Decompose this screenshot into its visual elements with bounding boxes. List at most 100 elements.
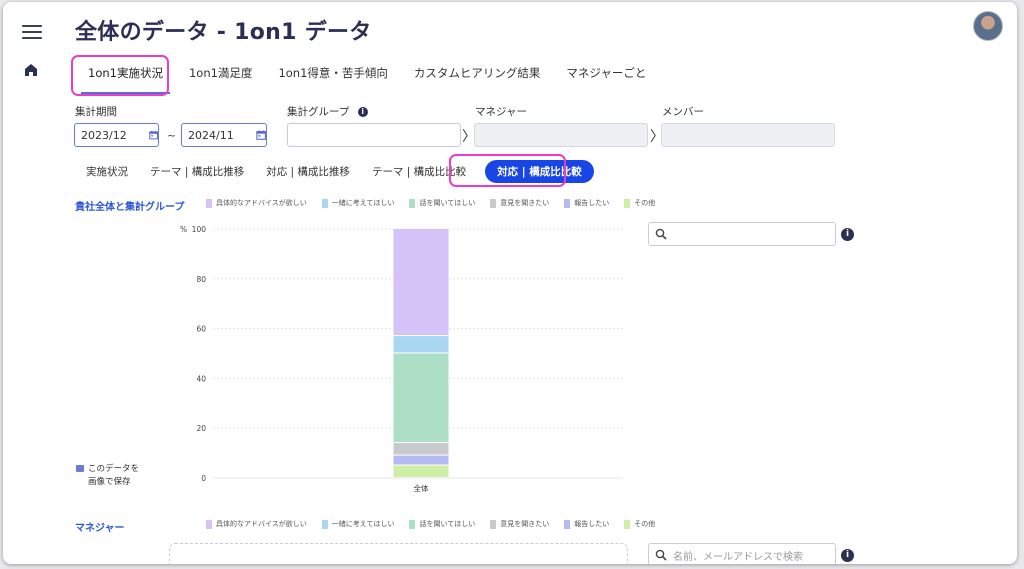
legend-item: 具体的なアドバイスが欲しい	[206, 519, 307, 529]
image-icon	[76, 465, 84, 472]
legend-item: 報告したい	[564, 198, 609, 208]
legend-swatch	[490, 198, 497, 208]
info-icon[interactable]: i	[841, 549, 854, 562]
y-tick-label: 40	[196, 374, 206, 383]
legend-swatch	[564, 198, 571, 208]
legend-item: 意見を聞きたい	[490, 198, 549, 208]
legend-swatch	[321, 198, 328, 208]
manager-search-input[interactable]: 名前、メールアドレスで検索	[648, 543, 836, 564]
tab-1on1-satisfaction[interactable]: 1on1満足度	[176, 59, 265, 91]
y-tick-label: 60	[196, 325, 206, 334]
bar-segment	[393, 443, 449, 455]
info-icon[interactable]: i	[357, 107, 368, 117]
subtab-status[interactable]: 実施状況	[75, 160, 139, 183]
legend-item: 具体的なアドバイスが欲しい	[206, 198, 307, 208]
legend-swatch	[564, 519, 571, 529]
search-icon	[655, 228, 667, 240]
manager-label: マネジャー	[475, 106, 527, 118]
legend-label: 報告したい	[574, 199, 610, 207]
bar-segment	[393, 336, 449, 353]
section-title-company: 貴社全体と集計グループ	[75, 202, 185, 213]
legend-label: 具体的なアドバイスが欲しい	[216, 520, 307, 528]
y-tick-label: 80	[196, 275, 206, 284]
legend-label: 話を聞いてほしい	[419, 199, 476, 207]
tab-custom-hearing[interactable]: カスタムヒアリング結果	[401, 59, 554, 91]
legend-label: 話を聞いてほしい	[419, 520, 476, 528]
date-from-value: 2023/12	[81, 128, 127, 142]
stacked-bar-chart: % 0 20 40 60 80 100 全体	[180, 225, 623, 493]
bar-segment	[393, 353, 449, 443]
app-window: 全体のデータ - 1on1 データ 1on1実施状況 1on1満足度 1on1得…	[3, 2, 1017, 564]
legend-label: その他	[634, 199, 656, 207]
home-icon[interactable]	[23, 62, 39, 78]
legend-item: 意見を聞きたい	[490, 519, 549, 529]
legend-label: その他	[634, 520, 656, 528]
legend-swatch	[624, 519, 631, 529]
page-title: 全体のデータ - 1on1 データ	[75, 20, 372, 45]
legend-swatch	[321, 519, 328, 529]
search-placeholder: 名前、メールアドレスで検索	[673, 551, 803, 563]
member-select[interactable]	[661, 123, 835, 147]
legend-swatch	[490, 519, 497, 529]
section-title-manager: マネジャー	[75, 523, 125, 534]
x-tick-label: 全体	[414, 483, 429, 493]
date-to-field[interactable]: 2024/11	[181, 123, 267, 147]
legend: 具体的なアドバイスが欲しい 一緒に考えてほしい 話を聞いてほしい 意見を聞きたい…	[206, 519, 655, 529]
tab-1on1-strengths[interactable]: 1on1得意・苦手傾向	[265, 59, 400, 91]
tab-per-manager[interactable]: マネジャーごと	[553, 59, 659, 91]
y-tick-label: 0	[201, 474, 206, 483]
legend-item: 一緒に考えてほしい	[321, 519, 395, 529]
subtab-theme-trend[interactable]: テーマ | 構成比推移	[139, 160, 255, 183]
legend-item: 報告したい	[564, 519, 609, 529]
legend: 具体的なアドバイスが欲しい 一緒に考えてほしい 話を聞いてほしい 意見を聞きたい…	[206, 198, 655, 208]
calendar-icon	[256, 130, 266, 140]
manager-select[interactable]	[474, 123, 648, 147]
legend-label: 具体的なアドバイスが欲しい	[216, 199, 307, 207]
save-line2: 画像で保存	[88, 477, 131, 487]
legend-swatch	[409, 519, 416, 529]
legend-swatch	[409, 198, 416, 208]
manager-chart-area	[169, 543, 628, 564]
user-avatar[interactable]	[973, 11, 1003, 41]
legend-swatch	[624, 198, 631, 208]
subtab-theme-compare[interactable]: テーマ | 構成比比較	[361, 160, 477, 183]
bar-segment	[393, 465, 449, 477]
period-label: 集計期間	[75, 106, 117, 118]
subtab-response-trend[interactable]: 対応 | 構成比推移	[255, 160, 361, 183]
bar-segment	[393, 455, 449, 465]
legend-item: その他	[624, 519, 655, 529]
tab-1on1-status[interactable]: 1on1実施状況	[75, 59, 176, 94]
y-tick-label: 20	[196, 424, 206, 433]
legend-label: 一緒に考えてほしい	[331, 520, 395, 528]
bar-segment	[393, 229, 449, 336]
legend-swatch	[206, 519, 212, 529]
date-from-field[interactable]: 2023/12	[74, 123, 159, 147]
legend-item: 話を聞いてほしい	[409, 519, 475, 529]
legend-label: 意見を聞きたい	[500, 199, 550, 207]
group-label-wrap: 集計グループ i	[287, 104, 368, 119]
info-icon[interactable]: i	[841, 228, 854, 241]
legend-item: 一緒に考えてほしい	[321, 198, 395, 208]
date-to-value: 2024/11	[188, 128, 234, 142]
legend-item: 話を聞いてほしい	[409, 198, 475, 208]
y-tick-label: 100	[192, 225, 207, 234]
save-line1: このデータを	[88, 464, 140, 474]
save-image-link[interactable]: このデータを 画像で保存	[76, 463, 139, 489]
legend-swatch	[206, 198, 212, 208]
legend-label: 意見を聞きたい	[500, 520, 550, 528]
main-tabs: 1on1実施状況 1on1満足度 1on1得意・苦手傾向 カスタムヒアリング結果…	[75, 59, 659, 94]
y-axis-unit: %	[180, 225, 187, 234]
sub-tabs: 実施状況 テーマ | 構成比推移 対応 | 構成比推移 テーマ | 構成比比較 …	[75, 160, 594, 183]
chart-search-input[interactable]	[648, 222, 836, 246]
legend-label: 一緒に考えてほしい	[331, 199, 395, 207]
legend-label: 報告したい	[574, 520, 610, 528]
search-icon	[655, 549, 667, 561]
legend-item: その他	[624, 198, 655, 208]
group-select[interactable]	[287, 123, 461, 147]
member-label: メンバー	[662, 106, 704, 118]
hamburger-menu-icon[interactable]	[22, 25, 42, 39]
calendar-icon	[148, 130, 158, 140]
date-separator: ~	[167, 129, 177, 142]
subtab-response-compare[interactable]: 対応 | 構成比比較	[485, 160, 594, 183]
group-label: 集計グループ	[287, 106, 350, 118]
